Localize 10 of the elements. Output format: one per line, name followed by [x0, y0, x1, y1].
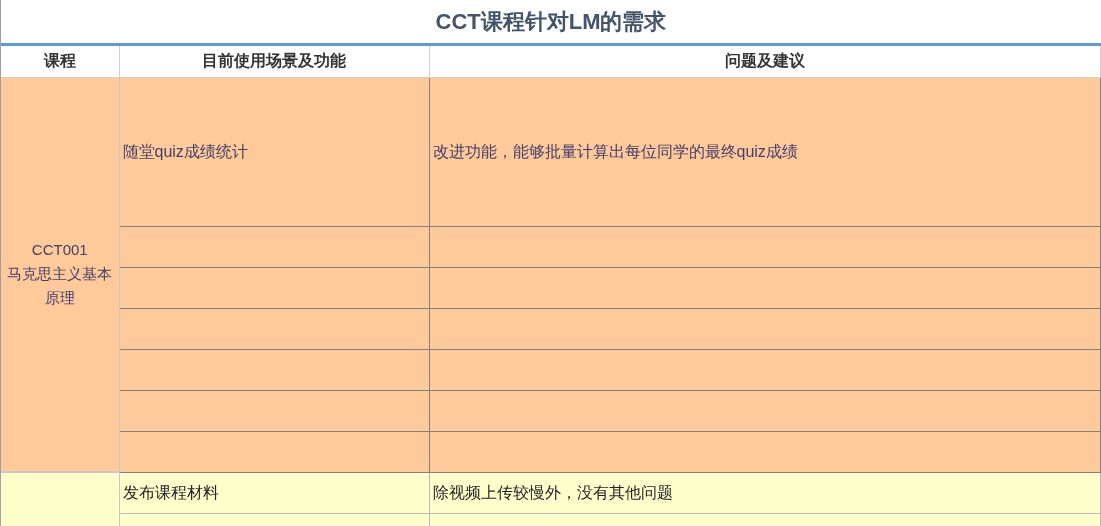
column-header: 目前使用场景及功能	[119, 46, 429, 77]
column-header: 问题及建议	[429, 46, 1101, 77]
table-cell: 改进功能，能够批量计算出每位同学的最终quiz成绩	[429, 77, 1101, 226]
sheet-title: CCT课程针对LM的需求	[435, 8, 667, 36]
table-cell: 随堂quiz成绩统计	[119, 77, 429, 226]
course-code: CCT001	[30, 240, 89, 261]
table-cell: 除视频上传较慢外，没有其他问题	[429, 472, 1101, 513]
table-cell: 发布课程材料	[119, 472, 429, 513]
column-header: 课程	[1, 46, 119, 77]
course-name: 马克思主义基本原理	[6, 264, 114, 309]
